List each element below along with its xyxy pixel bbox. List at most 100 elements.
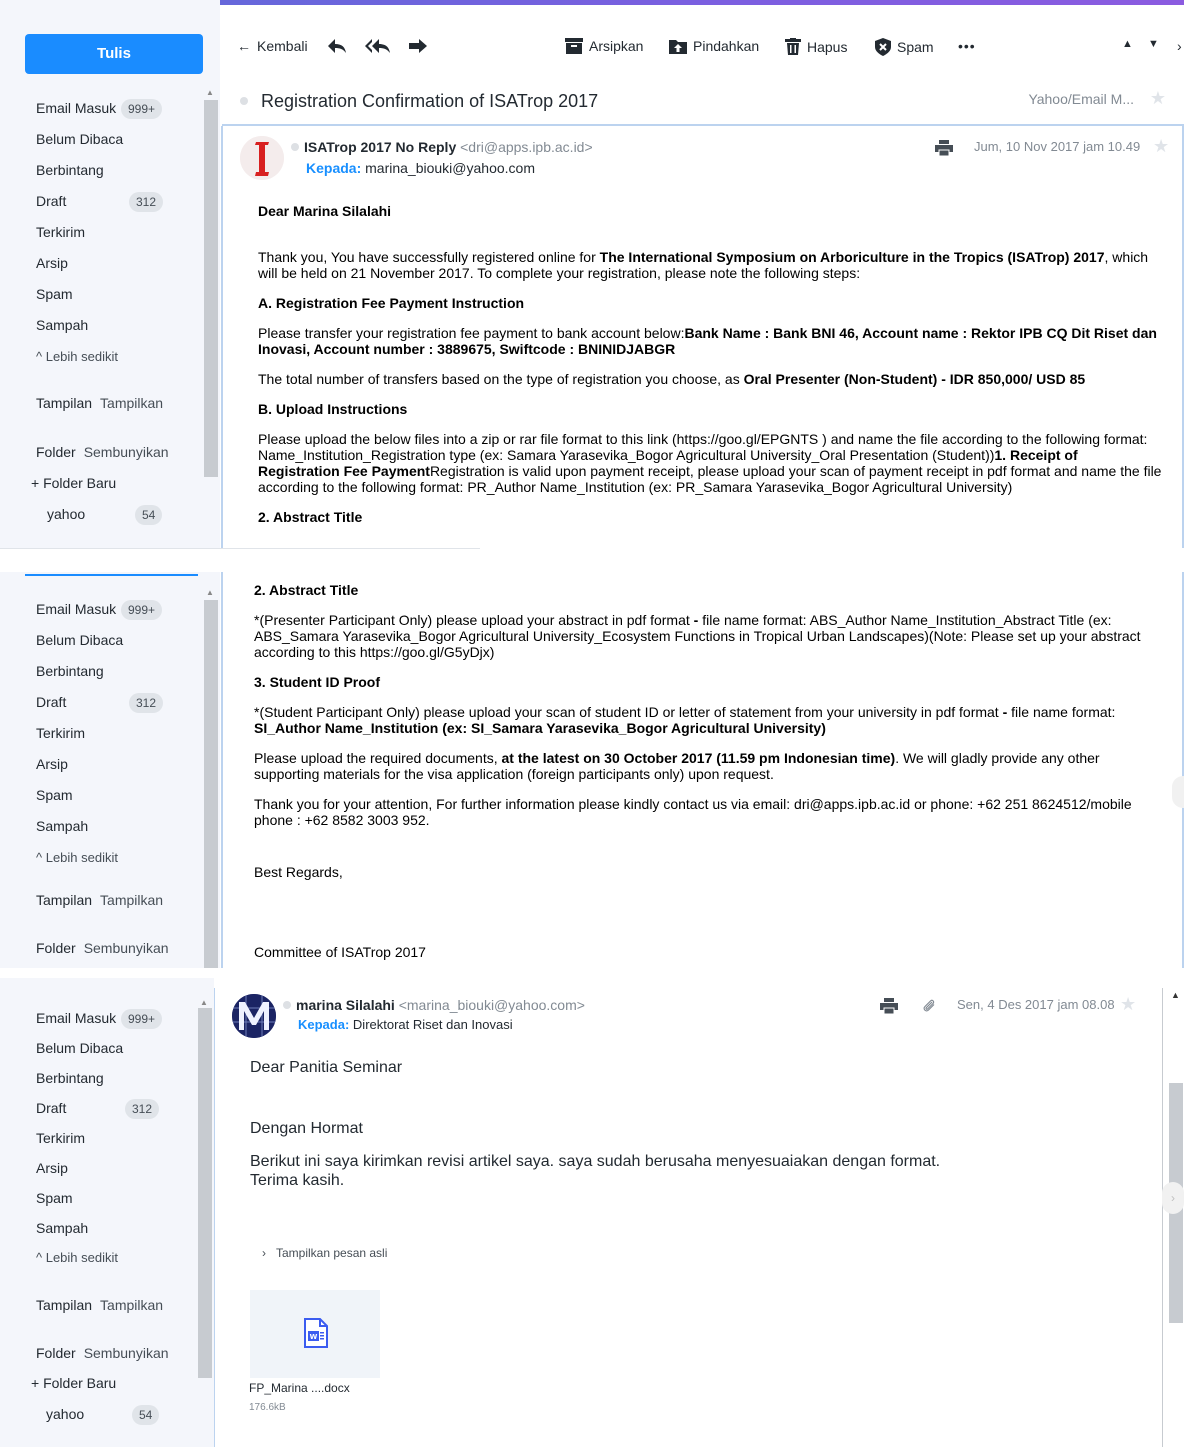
symposium-name: The International Symposium on Arboricul… bbox=[599, 249, 1105, 265]
sender-name[interactable]: ISATrop 2017 No Reply bbox=[304, 139, 456, 155]
show-original-toggle[interactable]: › Tampilkan pesan asli bbox=[262, 1246, 387, 1260]
sidebar-scroll-thumb[interactable] bbox=[204, 100, 218, 477]
panel-separator bbox=[0, 968, 1184, 978]
sidebar-item-trash[interactable]: Sampah bbox=[36, 1213, 206, 1243]
close-icon[interactable]: › bbox=[1177, 38, 1182, 54]
contact-paragraph: Thank you for your attention, For furthe… bbox=[254, 796, 1132, 828]
recipient-name[interactable]: Direktorat Riset dan Inovasi bbox=[353, 1017, 513, 1032]
new-folder-button[interactable]: + Folder Baru bbox=[31, 1368, 116, 1398]
unread-dot-icon[interactable] bbox=[291, 143, 299, 151]
sidebar-item-spam[interactable]: Spam bbox=[36, 279, 206, 310]
sidebar-item-trash[interactable]: Sampah bbox=[36, 811, 206, 842]
sidebar-item-archive[interactable]: Arsip bbox=[36, 749, 206, 780]
panel-reply-message: Email Masuk 999+ Belum Dibaca Berbintang … bbox=[0, 978, 1184, 1447]
show-less-toggle[interactable]: ^ Lebih sedikit bbox=[36, 1243, 206, 1273]
deadline-text: Please upload the required documents, bbox=[254, 750, 502, 766]
folder-tag[interactable]: Yahoo/Email M... bbox=[1028, 91, 1134, 107]
abstract-text: *(Presenter Participant Only) please upl… bbox=[254, 612, 694, 628]
sidebar-scroll-thumb[interactable] bbox=[204, 600, 218, 968]
sidebar-item-starred[interactable]: Berbintang bbox=[36, 656, 206, 687]
sidebar-item-starred[interactable]: Berbintang bbox=[36, 155, 206, 186]
read-status-dot-icon[interactable] bbox=[240, 97, 248, 105]
reply-icon[interactable] bbox=[327, 37, 347, 58]
sidebar-item-inbox[interactable]: Email Masuk 999+ bbox=[36, 594, 206, 625]
attachment-name[interactable]: FP_Marina ....docx bbox=[249, 1381, 350, 1395]
sidebar-item-unread[interactable]: Belum Dibaca bbox=[36, 124, 206, 155]
archive-box-icon bbox=[565, 38, 583, 54]
signature: Committee of ISATrop 2017 bbox=[254, 944, 426, 960]
folders-toggle[interactable]: Sembunyikan bbox=[84, 940, 169, 956]
sidebar-item-label: Email Masuk bbox=[36, 601, 117, 617]
scroll-up-arrow-icon[interactable]: ▲ bbox=[206, 588, 214, 597]
views-toggle[interactable]: Tampilkan bbox=[100, 892, 163, 908]
sender-avatar[interactable] bbox=[240, 136, 284, 180]
message-star-icon[interactable]: ★ bbox=[1153, 136, 1169, 157]
side-scroll-arrow-icon[interactable] bbox=[1172, 776, 1184, 808]
print-icon[interactable] bbox=[935, 140, 953, 161]
sender-line: marina Silalahi <marina_biouki@yahoo.com… bbox=[283, 997, 585, 1013]
sidebar-item-spam[interactable]: Spam bbox=[36, 1183, 206, 1213]
student-format: SI_Author Name_Institution (ex: SI_Samar… bbox=[254, 720, 826, 736]
archive-button[interactable]: Arsipkan bbox=[565, 38, 643, 54]
folder-nav: Email Masuk 999+ Belum Dibaca Berbintang … bbox=[36, 93, 206, 372]
compose-button[interactable]: Tulis bbox=[25, 34, 203, 74]
sidebar-scroll-thumb[interactable] bbox=[198, 1008, 212, 1378]
attachment-thumbnail[interactable]: W bbox=[250, 1290, 380, 1378]
sidebar-item-drafts[interactable]: Draft 312 bbox=[36, 1093, 206, 1123]
sidebar-item-sent[interactable]: Terkirim bbox=[36, 217, 206, 248]
sidebar-item-sent[interactable]: Terkirim bbox=[36, 1123, 206, 1153]
delete-button[interactable]: Hapus bbox=[785, 38, 847, 55]
views-toggle[interactable]: Tampilkan bbox=[100, 395, 163, 411]
sidebar-item-label: yahoo bbox=[46, 1406, 85, 1422]
forward-icon[interactable] bbox=[408, 37, 428, 58]
folders-section: Folder Sembunyikan bbox=[36, 437, 169, 467]
dash: - bbox=[1002, 704, 1012, 720]
more-actions-button[interactable]: ••• bbox=[958, 38, 976, 54]
thread-star-icon[interactable]: ★ bbox=[1150, 88, 1166, 109]
show-less-toggle[interactable]: ^ Lebih sedikit bbox=[36, 341, 206, 372]
sidebar-item-archive[interactable]: Arsip bbox=[36, 248, 206, 279]
move-button[interactable]: Pindahkan bbox=[669, 38, 759, 54]
sidebar-item-archive[interactable]: Arsip bbox=[36, 1153, 206, 1183]
sidebar-item-yahoo[interactable]: yahoo 54 bbox=[47, 499, 167, 530]
recipient-email[interactable]: marina_biouki@yahoo.com bbox=[365, 160, 535, 176]
sidebar-item-label: Draft bbox=[36, 1100, 67, 1116]
scroll-up-arrow-icon[interactable]: ▲ bbox=[1171, 990, 1180, 1000]
spam-button[interactable]: Spam bbox=[875, 38, 934, 56]
sidebar-item-unread[interactable]: Belum Dibaca bbox=[36, 1033, 206, 1063]
folders-toggle[interactable]: Sembunyikan bbox=[84, 1345, 169, 1361]
show-less-toggle[interactable]: ^ Lebih sedikit bbox=[36, 842, 206, 873]
sidebar-item-drafts[interactable]: Draft 312 bbox=[36, 186, 206, 217]
views-label: Tampilan bbox=[36, 395, 93, 411]
next-message-icon[interactable]: ▼ bbox=[1148, 38, 1159, 50]
sidebar-item-drafts[interactable]: Draft 312 bbox=[36, 687, 206, 718]
message-body: Dear Marina Silalahi Thank you, You have… bbox=[258, 203, 1163, 548]
scroll-up-arrow-icon[interactable]: ▲ bbox=[200, 998, 208, 1007]
sidebar-item-trash[interactable]: Sampah bbox=[36, 310, 206, 341]
sidebar-item-sent[interactable]: Terkirim bbox=[36, 718, 206, 749]
side-scroll-arrow-icon[interactable]: › bbox=[1162, 1182, 1184, 1214]
folders-toggle[interactable]: Sembunyikan bbox=[84, 444, 169, 460]
sidebar-item-yahoo[interactable]: yahoo 54 bbox=[46, 1399, 166, 1429]
scroll-up-arrow-icon[interactable]: ▲ bbox=[206, 88, 214, 97]
sidebar: Email Masuk 999+ Belum Dibaca Berbintang … bbox=[0, 978, 214, 1447]
message-body-continued: 2. Abstract Title *(Presenter Participan… bbox=[254, 582, 1159, 968]
print-icon[interactable] bbox=[880, 998, 898, 1019]
back-button[interactable]: ← Kembali bbox=[237, 38, 308, 54]
student-id-heading: 3. Student ID Proof bbox=[254, 674, 380, 690]
new-folder-button[interactable]: + Folder Baru bbox=[31, 468, 116, 498]
sidebar-item-inbox[interactable]: Email Masuk 999+ bbox=[36, 93, 206, 124]
reply-all-icon[interactable] bbox=[365, 37, 391, 58]
sidebar-item-spam[interactable]: Spam bbox=[36, 780, 206, 811]
sender-name[interactable]: marina Silalahi bbox=[296, 997, 395, 1013]
sidebar-item-unread[interactable]: Belum Dibaca bbox=[36, 625, 206, 656]
sidebar-item-inbox[interactable]: Email Masuk 999+ bbox=[36, 1003, 206, 1033]
views-toggle[interactable]: Tampilkan bbox=[100, 1297, 163, 1313]
unread-dot-icon[interactable] bbox=[283, 1001, 291, 1009]
message-scrollbar[interactable]: ▲ bbox=[1162, 988, 1184, 1447]
previous-message-icon[interactable]: ▲ bbox=[1122, 38, 1133, 50]
sidebar-item-starred[interactable]: Berbintang bbox=[36, 1063, 206, 1093]
yahoo-count-badge: 54 bbox=[132, 1405, 160, 1425]
sender-avatar[interactable] bbox=[232, 994, 276, 1038]
message-star-icon[interactable]: ★ bbox=[1120, 994, 1136, 1015]
